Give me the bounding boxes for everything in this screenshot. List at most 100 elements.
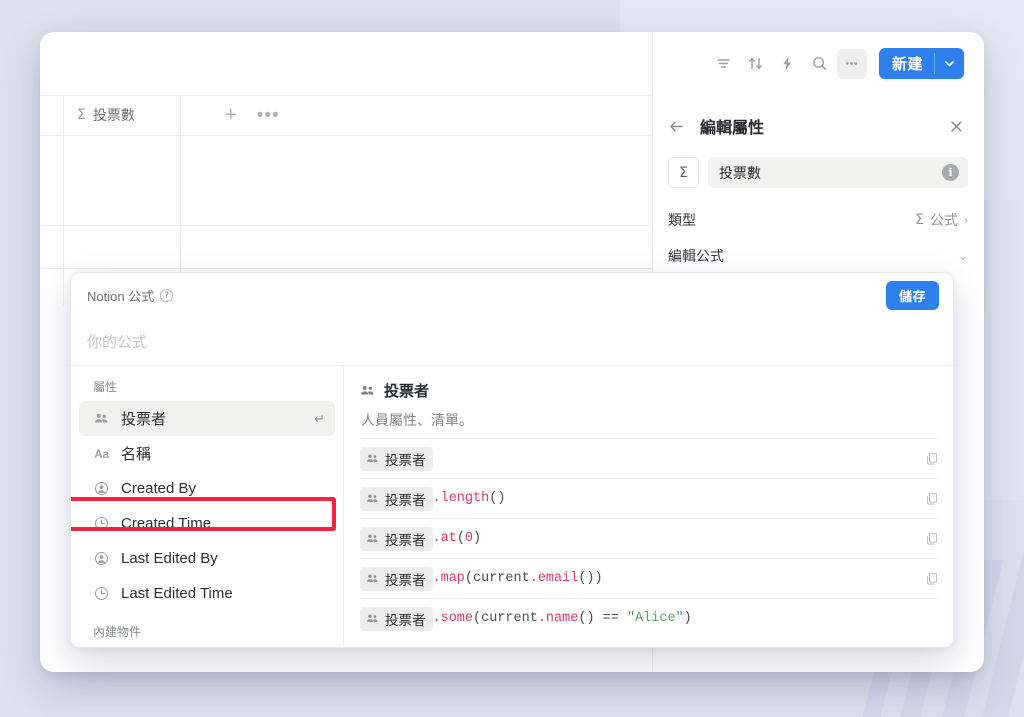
formula-editor-title-text: Notion 公式 [87,289,155,304]
formula-section-properties: 屬性 [93,380,118,394]
formula-example-code: .map(current.email()) [432,571,603,586]
grid-line [40,268,652,269]
grid-header-actions: + ••• [225,95,280,135]
copy-icon[interactable] [915,492,939,506]
people-icon [366,532,379,545]
formula-item-last-edited-by[interactable]: Last Edited By [79,541,335,576]
formula-example-list: 投票者 投票者 .length() 投票者 .at(0) 投票者 .map(current.… [360,438,939,638]
formula-item-label: 投票者 [121,411,167,428]
formula-editor-title: Notion 公式 ? [87,286,174,305]
copy-icon[interactable] [915,532,939,546]
database-toolbar: 新建 [40,32,984,95]
arrow-left-icon[interactable] [668,118,694,135]
property-type-row[interactable]: 類型 Σ 公式 › [652,202,984,238]
sort-icon[interactable] [741,49,771,79]
save-button[interactable]: 儲存 [885,281,939,310]
panel-header: 編輯屬性 [652,95,984,157]
formula-example-row[interactable]: 投票者 .at(0) [360,518,939,558]
formula-editor-body: 屬性 投票者 ↵ Aa 名稱 Created By Created Time L… [71,365,953,647]
property-chip: 投票者 [360,446,433,471]
property-chip: 投票者 [360,566,433,591]
panel-title: 編輯屬性 [700,120,765,137]
close-icon[interactable] [944,114,968,138]
property-chip-label: 投票者 [385,612,426,628]
formula-detail-panel: 投票者 人員屬性、清單。 投票者 投票者 .length() 投票者 .at(0) 投票者… [344,366,953,647]
new-button-label: 新建 [891,56,923,73]
people-icon [360,383,375,398]
person-icon [93,481,110,496]
formula-item-created-time[interactable]: Created Time [79,506,335,541]
copy-icon[interactable] [915,452,939,466]
people-icon [366,492,379,505]
people-icon [93,411,110,426]
property-chip: 投票者 [360,606,433,631]
people-icon [366,572,379,585]
formula-input-placeholder: 你的公式 [87,334,148,351]
formula-item-label: Last Edited By [121,550,218,567]
formula-item-label: 名稱 [121,446,152,463]
info-icon[interactable]: i [942,164,959,181]
formula-item-label: Last Edited Time [121,585,233,602]
edit-formula-label: 編輯公式 [668,248,724,264]
formula-item-name[interactable]: Aa 名稱 [79,436,335,471]
automation-icon[interactable] [773,49,803,79]
grid-line [40,225,652,226]
formula-example-row[interactable]: 投票者 [360,438,939,478]
grid-column-header-label: 投票數 [92,107,135,123]
chevron-right-icon: › [964,213,968,227]
formula-example-code: .at(0) [432,531,482,546]
property-chip-label: 投票者 [385,572,426,588]
sigma-icon: Σ [915,212,924,228]
chevron-down-icon: ⌄ [957,249,968,263]
new-button[interactable]: 新建 [878,48,964,79]
grid-column-header[interactable]: Σ 投票數 [63,95,135,135]
formula-example-row[interactable]: 投票者 .map(current.email()) [360,558,939,598]
formula-editor-header: Notion 公式 ? 儲存 [71,273,953,318]
formula-item-label: Created Time [121,515,212,532]
property-name-input[interactable]: 投票數 i [708,157,968,188]
formula-item-label: Created By [121,480,197,497]
property-chip-label: 投票者 [385,452,426,468]
enter-key-icon: ↵ [314,410,325,426]
formula-example-code: .length() [432,491,506,506]
clock-icon [93,516,110,531]
formula-detail-description: 人員屬性、清單。 [361,412,473,428]
property-chip-label: 投票者 [385,492,426,508]
formula-editor-popup: Notion 公式 ? 儲存 你的公式 屬性 投票者 ↵ Aa 名稱 Creat… [70,272,954,648]
people-icon [366,612,379,625]
property-type-value: Σ 公式 › [915,210,968,230]
more-icon[interactable] [836,48,867,79]
edit-formula-row[interactable]: 編輯公式 ⌄ [652,238,984,274]
property-chip-label: 投票者 [385,532,426,548]
formula-detail-title-text: 投票者 [384,383,430,400]
column-menu-button[interactable]: ••• [257,106,280,125]
formula-example-row[interactable]: 投票者 .length() [360,478,939,518]
people-icon [366,452,379,465]
search-icon[interactable] [805,49,835,79]
property-type-value-label: 公式 [930,212,958,228]
edit-formula-chevron: ⌄ [958,249,968,263]
formula-section-builtins: 內建物件 [93,625,142,639]
filter-icon[interactable] [709,49,739,79]
property-name-row: Σ 投票數 i [652,157,984,188]
clock-icon [93,586,110,601]
property-name-value: 投票數 [719,164,761,181]
formula-property-list: 屬性 投票者 ↵ Aa 名稱 Created By Created Time L… [71,366,344,647]
formula-input[interactable]: 你的公式 [71,318,953,365]
property-chip: 投票者 [360,486,433,511]
formula-detail-title: 投票者 [360,380,939,401]
text-icon: Aa [94,446,109,461]
add-column-button[interactable]: + [225,105,237,125]
person-icon [93,551,110,566]
property-type-label: 類型 [668,212,696,228]
formula-item-voters[interactable]: 投票者 ↵ [79,401,335,436]
chevron-down-icon[interactable] [935,48,964,79]
formula-example-code: .some(current.name() == "Alice") [432,611,692,626]
copy-icon[interactable] [915,572,939,586]
property-type-button[interactable]: Σ [668,157,699,188]
formula-item-created-by[interactable]: Created By [79,471,335,506]
grid-line [40,135,652,136]
formula-item-last-edited-time[interactable]: Last Edited Time [79,576,335,611]
formula-example-row[interactable]: 投票者 .some(current.name() == "Alice") [360,598,939,638]
help-icon[interactable]: ? [160,289,174,302]
